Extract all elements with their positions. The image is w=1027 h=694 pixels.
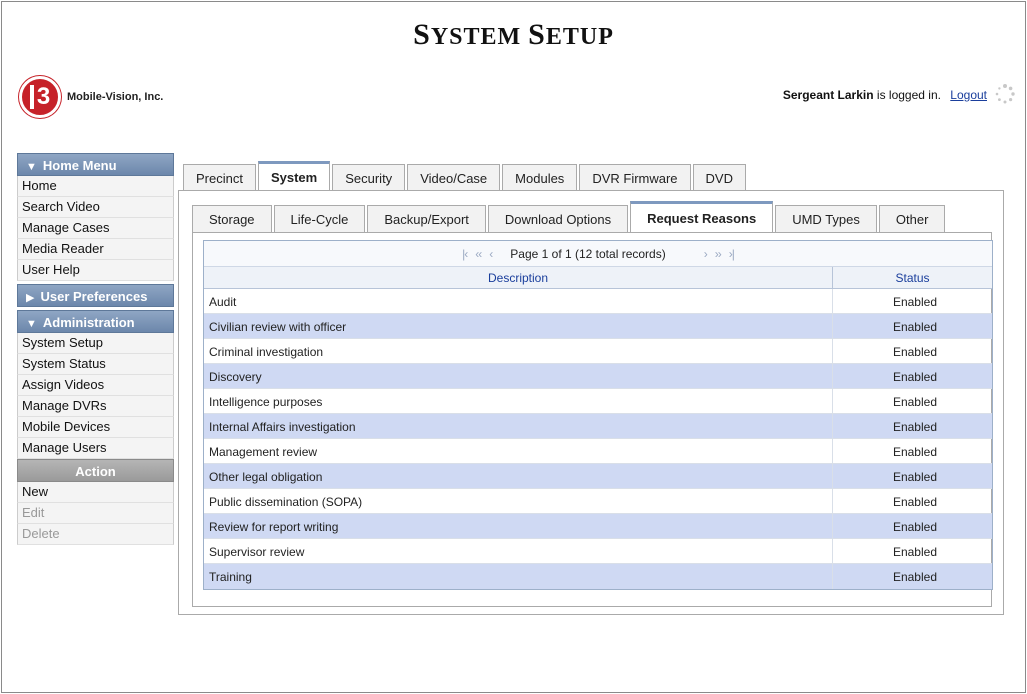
sidebar-item-mobile-devices[interactable]: Mobile Devices [17,417,174,438]
subtab-download-options[interactable]: Download Options [487,205,629,233]
user-preferences-header[interactable]: ▶ User Preferences [17,284,174,307]
action-new[interactable]: New [17,482,174,503]
grid-body: Audit Enabled Civilian review with office… [204,289,992,589]
company-name: Mobile-Vision, Inc. [67,91,164,103]
collapsed-triangle-icon: ▶ [26,292,35,304]
table-row[interactable]: Audit Enabled [204,289,992,314]
cell-description: Internal Affairs investigation [204,414,833,438]
administration-header[interactable]: ▼ Administration [17,310,174,333]
subtab-backup-export[interactable]: Backup/Export [367,205,486,233]
home-menu-header[interactable]: ▼ Home Menu [17,153,174,176]
cell-description: Review for report writing [204,514,833,538]
tab-security[interactable]: Security [332,164,406,191]
sidebar-item-system-setup[interactable]: System Setup [17,333,174,354]
sidebar-item-system-status[interactable]: System Status [17,354,174,375]
cell-description: Other legal obligation [204,464,833,488]
pager: |‹ ‹‹ ‹ Page 1 of 1 (12 total records) ›… [204,241,992,267]
sidebar-item-user-help[interactable]: User Help [17,260,174,281]
cell-status: Enabled [892,295,937,309]
action-delete: Delete [17,524,174,545]
table-row[interactable]: Internal Affairs investigation Enabled [204,414,992,439]
action-edit: Edit [17,503,174,524]
table-row[interactable]: Intelligence purposes Enabled [204,389,992,414]
logout-link[interactable]: Logout [950,88,987,102]
grid-header: Description Status [204,267,992,289]
prev-page-icon: ‹ [489,246,493,261]
subtab-life-cycle[interactable]: Life-Cycle [273,205,366,233]
action-header: Action [17,459,174,482]
cell-status: Enabled [892,370,937,384]
cell-status: Enabled [892,445,937,459]
tab-system[interactable]: System [257,161,331,191]
cell-description: Civilian review with officer [204,314,833,338]
sidebar-item-assign-videos[interactable]: Assign Videos [17,375,174,396]
tab-modules[interactable]: Modules [502,164,578,191]
table-row[interactable]: Review for report writing Enabled [204,514,992,539]
company-logo: 3 Mobile-Vision, Inc. [19,76,163,118]
table-row[interactable]: Criminal investigation Enabled [204,339,992,364]
cell-description: Discovery [204,364,833,388]
system-tab-panel: Storage Life-Cycle Backup/Export Downloa… [178,190,1004,615]
sidebar-item-manage-dvrs[interactable]: Manage DVRs [17,396,174,417]
next-page-icon: › [703,246,708,261]
cell-status: Enabled [892,545,937,559]
cell-description: Intelligence purposes [204,389,833,413]
cell-status: Enabled [892,320,937,334]
login-suffix: is logged in. [876,88,941,102]
cell-status: Enabled [892,470,937,484]
tab-video-case[interactable]: Video/Case [407,164,501,191]
loading-spinner-icon [995,84,1015,104]
cell-status: Enabled [892,420,937,434]
l3-logo-icon: 3 [19,76,61,118]
sidebar-item-search-video[interactable]: Search Video [17,197,174,218]
cell-status: Enabled [892,495,937,509]
prev-ten-pages-icon: ‹‹ [475,246,482,261]
table-row[interactable]: Public dissemination (SOPA) Enabled [204,489,992,514]
sidebar-item-home[interactable]: Home [17,176,174,197]
user-name: Sergeant Larkin [782,88,874,102]
sub-tab-bar: Storage Life-Cycle Backup/Export Downloa… [192,201,947,233]
column-header-description[interactable]: Description [204,267,833,288]
cell-status: Enabled [892,395,937,409]
first-page-icon: |‹ [462,246,468,261]
request-reasons-grid: |‹ ‹‹ ‹ Page 1 of 1 (12 total records) ›… [203,240,993,590]
cell-status: Enabled [892,520,937,534]
cell-status: Enabled [892,345,937,359]
tab-dvd[interactable]: DVD [692,164,746,191]
last-page-icon: ›| [728,246,735,261]
sidebar-item-manage-users[interactable]: Manage Users [17,438,174,459]
subtab-storage[interactable]: Storage [192,205,272,233]
login-status: Sergeant Larkin is logged in. Logout [783,88,987,102]
table-row[interactable]: Discovery Enabled [204,364,992,389]
sidebar: ▼ Home Menu Home Search Video Manage Case… [17,153,174,545]
column-header-status[interactable]: Status [833,267,992,288]
tab-precinct[interactable]: Precinct [183,164,256,191]
cell-description: Supervisor review [204,539,833,563]
cell-status: Enabled [892,570,937,584]
pager-text: Page 1 of 1 (12 total records) [510,246,666,261]
cell-description: Training [204,564,833,589]
table-row[interactable]: Supervisor review Enabled [204,539,992,564]
table-row[interactable]: Other legal obligation Enabled [204,464,992,489]
request-reasons-panel: |‹ ‹‹ ‹ Page 1 of 1 (12 total records) ›… [192,232,993,607]
subtab-other[interactable]: Other [878,205,946,233]
page-title: SYSTEM SETUP [413,18,614,51]
tab-dvr-firmware[interactable]: DVR Firmware [579,164,691,191]
table-row[interactable]: Training Enabled [204,564,992,589]
cell-description: Audit [204,289,833,313]
subtab-request-reasons[interactable]: Request Reasons [630,201,774,233]
main-panel: Precinct System Security Video/Case Modu… [178,158,1004,615]
expanded-triangle-icon: ▼ [26,318,37,330]
cell-description: Management review [204,439,833,463]
sidebar-item-media-reader[interactable]: Media Reader [17,239,174,260]
subtab-umd-types[interactable]: UMD Types [775,205,877,233]
table-row[interactable]: Civilian review with officer Enabled [204,314,992,339]
sidebar-item-manage-cases[interactable]: Manage Cases [17,218,174,239]
expanded-triangle-icon: ▼ [26,161,37,173]
next-ten-pages-icon: ›› [714,246,722,261]
cell-description: Public dissemination (SOPA) [204,489,833,513]
cell-description: Criminal investigation [204,339,833,363]
table-row[interactable]: Management review Enabled [204,439,992,464]
top-tab-bar: Precinct System Security Video/Case Modu… [183,161,748,191]
